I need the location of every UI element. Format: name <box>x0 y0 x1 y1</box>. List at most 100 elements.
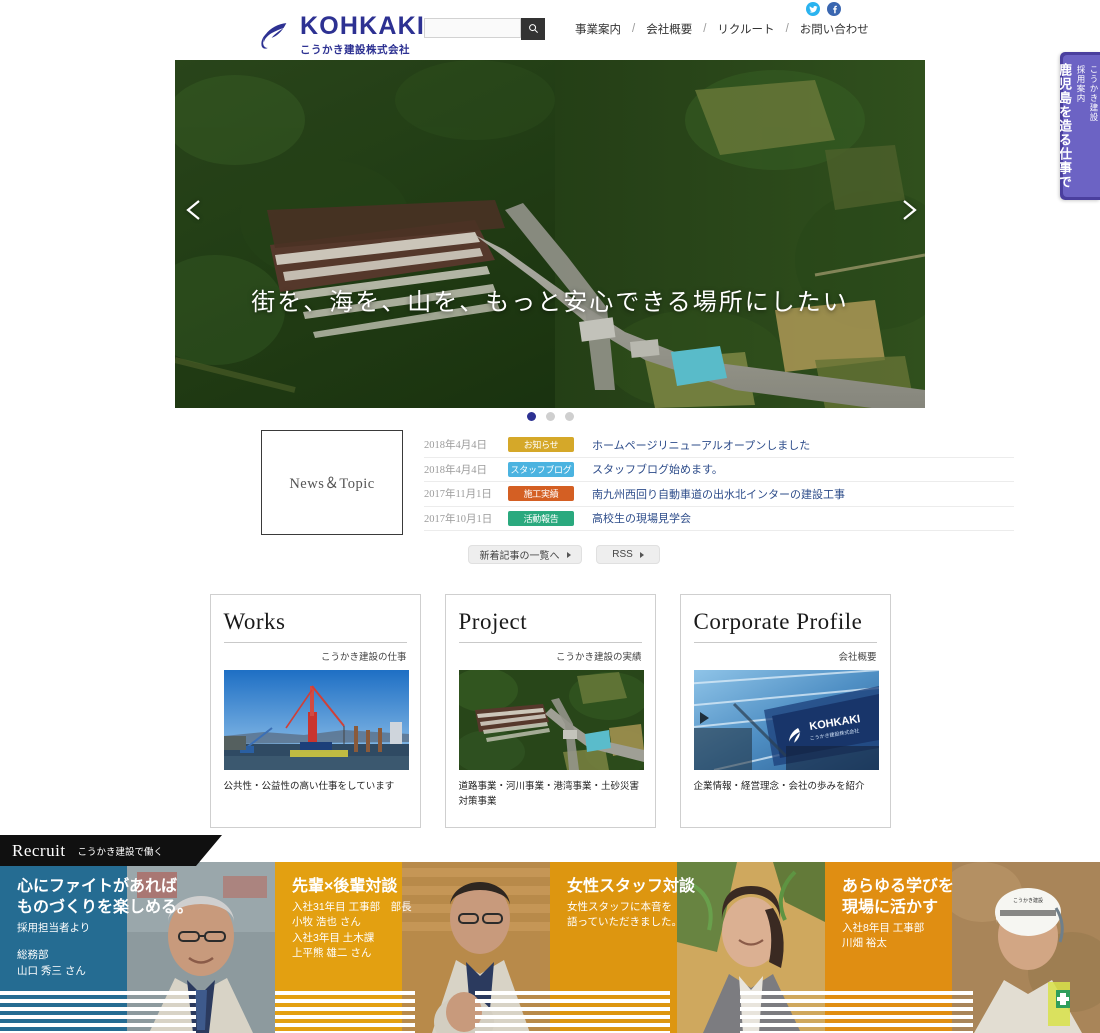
news-list: 2018年4月4日 お知らせ ホームページリニューアルオープンしました 2018… <box>424 433 1014 531</box>
side-recruit-tab[interactable]: こうかき建設 採用案内 鹿児島を造る仕事です。 <box>1060 52 1100 200</box>
table-row[interactable]: 2018年4月4日 お知らせ ホームページリニューアルオープンしました <box>424 433 1014 458</box>
rss-label: RSS <box>612 549 633 560</box>
table-row[interactable]: 2018年4月4日 スタッフブログ スタッフブログ始めます。 <box>424 458 1014 482</box>
news-title-link[interactable]: ホームページリニューアルオープンしました <box>592 437 810 453</box>
logo-title: KOHKAKI <box>300 12 426 40</box>
play-icon[interactable] <box>699 712 709 724</box>
recruit-panel-1[interactable]: 心にファイトがあれば ものづくりを楽しめる。 採用担当者より 総務部 山口 秀三… <box>0 862 275 1033</box>
recruit-heading-2: 先輩×後輩対談 <box>292 878 398 895</box>
table-row[interactable]: 2017年11月1日 施工実績 南九州西回り自動車道の出水北インターの建設工事 <box>424 482 1014 507</box>
nav-separator: / <box>785 23 789 35</box>
news-section-label: News＆Topic <box>261 430 403 535</box>
hero-slider-dots <box>0 412 1100 421</box>
card-caption: 企業情報・経営理念・会社の歩みを紹介 <box>693 781 865 792</box>
card-caption: 公共性・公益性の高い仕事をしています <box>223 781 395 792</box>
status-badge: 施工実績 <box>508 486 574 502</box>
recruit-tag: Recruit こうかき建設で働く <box>0 835 222 866</box>
logo-subtitle: こうかき建設株式会社 <box>300 44 410 56</box>
recruit-heading-1: 心にファイトがあれば ものづくりを楽しめる。 <box>17 878 194 917</box>
nav-item-company[interactable]: 会社概要 <box>646 21 692 37</box>
side-recruit-tab-inner: こうかき建設 採用案内 鹿児島を造る仕事です。 <box>1060 55 1100 197</box>
recruit-tag-subtitle: こうかき建設で働く <box>77 846 164 858</box>
divider <box>693 642 877 643</box>
hero-dot-2[interactable] <box>545 412 555 421</box>
card-caption: 道路事業・河川事業・港湾事業・土砂災害対策事業 <box>458 781 640 807</box>
recruit-line1-1: 採用担当者より <box>17 922 91 935</box>
card-subtitle: 会社概要 <box>838 652 877 663</box>
side-tab-sub-b: 採用案内 <box>1076 65 1086 103</box>
recruit-panel-3[interactable]: 女性スタッフ対談 女性スタッフに本音を 語っていただきました。 <box>550 862 825 1033</box>
search-button[interactable] <box>521 18 545 40</box>
recruit-line2-1: 総務部 山口 秀三 さん <box>17 949 86 977</box>
news-actions: 新着記事の一覧へ RSS <box>0 545 1100 564</box>
stripes-decoration-2 <box>275 991 550 1033</box>
recruit-panel-4[interactable]: こうかき建設 あらゆる学びを 現場に活かす 入社8年目 工事部 川畑 裕太 <box>825 862 1100 1033</box>
nav-item-recruit[interactable]: リクルート <box>717 21 774 37</box>
news-date: 2017年11月1日 <box>424 489 492 501</box>
card-image-corporate: KOHKAKI こうかき建設株式会社 <box>693 670 879 770</box>
card-project[interactable]: Project こうかき建設の実績 道路事業・河川事業・港湾事業・土砂災害対策事… <box>444 594 656 828</box>
recruit-panel-2[interactable]: 先輩×後輩対談 入社31年目 工事部 部長 小牧 浩也 さん 入社3年目 土木課… <box>275 862 550 1033</box>
site-logo[interactable]: KOHKAKI こうかき建設株式会社 <box>260 14 425 57</box>
status-badge: 活動報告 <box>508 510 574 526</box>
search-input[interactable] <box>424 18 521 38</box>
table-row[interactable]: 2017年10月1日 活動報告 高校生の現場見学会 <box>424 507 1014 531</box>
card-title: Corporate Profile <box>693 609 863 634</box>
card-subtitle: こうかき建設の実績 <box>555 652 642 663</box>
hero-dot-1[interactable] <box>526 412 536 421</box>
site-header: KOHKAKI こうかき建設株式会社 事業案内 / 会社概要 / リクルート /… <box>0 0 1100 56</box>
facebook-icon[interactable] <box>827 2 841 16</box>
nav-separator: / <box>703 23 707 35</box>
search-icon <box>528 22 539 37</box>
card-corporate-profile[interactable]: Corporate Profile 会社概要 KOHKAKI こうかき建設株式会… <box>679 594 891 828</box>
news-section: News＆Topic 2018年4月4日 お知らせ ホームページリニューアルオー… <box>0 430 1100 540</box>
kohkaki-bird-logo-icon <box>260 20 291 51</box>
card-image-project <box>458 670 644 770</box>
recruit-section: Recruit こうかき建設で働く 心にファイトがあれば ものづくりを楽しめる。… <box>0 835 1100 1033</box>
svg-text:こうかき建設: こうかき建設 <box>1013 897 1043 904</box>
news-date: 2018年4月4日 <box>424 464 487 476</box>
news-date: 2018年4月4日 <box>424 440 487 452</box>
divider <box>223 642 407 643</box>
rss-button[interactable]: RSS <box>596 545 660 564</box>
side-tab-main: 鹿児島を造る仕事です。 <box>1060 63 1072 189</box>
recruit-heading-3: 女性スタッフ対談 <box>567 878 696 895</box>
recruit-text-2: 先輩×後輩対談 入社31年目 工事部 部長 小牧 浩也 さん 入社3年目 土木課… <box>292 876 412 961</box>
status-badge: お知らせ <box>508 437 574 453</box>
nav-item-contact[interactable]: お問い合わせ <box>800 21 869 37</box>
recruit-line1-3: 女性スタッフに本音を 語っていただきました。 <box>567 901 682 929</box>
hero-prev-arrow-icon[interactable] <box>180 196 208 224</box>
chevron-right-icon <box>639 551 644 558</box>
hero-slogan: 街を、海を、山を、もっと安心できる場所にしたい <box>251 290 849 316</box>
card-image-works <box>223 670 409 770</box>
nav-separator: / <box>632 23 636 35</box>
stripes-decoration-4 <box>825 991 973 1033</box>
stripes-decoration-3 <box>550 991 825 1033</box>
recruit-line1-4: 入社8年目 工事部 川畑 裕太 <box>842 922 925 950</box>
recruit-line1-2: 入社31年目 工事部 部長 小牧 浩也 さん 入社3年目 土木課 上平熊 雄二 … <box>292 901 412 959</box>
side-tab-sub-a: こうかき建設 <box>1089 65 1099 122</box>
logo-text-block: KOHKAKI こうかき建設株式会社 <box>300 14 425 57</box>
chevron-right-icon <box>566 551 571 558</box>
news-title-link[interactable]: スタッフブログ始めます。 <box>592 461 723 477</box>
stripes-decoration-1 <box>0 991 196 1033</box>
homepage: KOHKAKI こうかき建設株式会社 事業案内 / 会社概要 / リクルート /… <box>0 0 1100 1033</box>
card-subtitle: こうかき建設の仕事 <box>320 652 407 663</box>
news-section-title: News＆Topic <box>289 476 375 492</box>
hero-next-arrow-icon[interactable] <box>895 196 923 224</box>
feature-cards: Works こうかき建設の仕事 公共性・公益性の高い仕事をしています Proje… <box>0 594 1100 828</box>
twitter-icon[interactable] <box>806 2 820 16</box>
divider <box>458 642 642 643</box>
recruit-text-1: 心にファイトがあれば ものづくりを楽しめる。 採用担当者より 総務部 山口 秀三… <box>17 876 193 979</box>
card-title: Project <box>458 609 528 634</box>
hero-slider[interactable]: 街を、海を、山を、もっと安心できる場所にしたい <box>175 60 925 408</box>
hero-dot-3[interactable] <box>564 412 574 421</box>
recruit-tag-title: Recruit <box>12 840 66 860</box>
news-title-link[interactable]: 高校生の現場見学会 <box>592 510 691 526</box>
search-box <box>424 18 545 40</box>
card-works[interactable]: Works こうかき建設の仕事 公共性・公益性の高い仕事をしています <box>209 594 421 828</box>
news-title-link[interactable]: 南九州西回り自動車道の出水北インターの建設工事 <box>592 486 845 502</box>
all-articles-button[interactable]: 新着記事の一覧へ <box>468 545 582 564</box>
main-navigation: 事業案内 / 会社概要 / リクルート / お問い合わせ <box>575 21 869 37</box>
nav-item-business[interactable]: 事業案内 <box>575 21 621 37</box>
